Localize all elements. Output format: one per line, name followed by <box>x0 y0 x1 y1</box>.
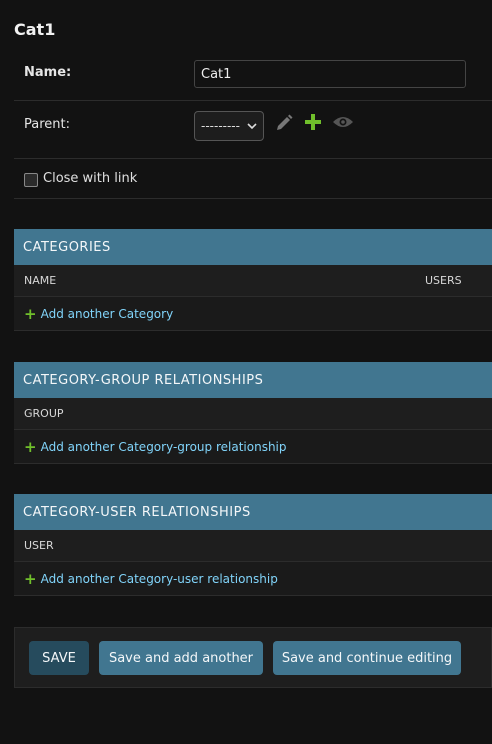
plus-icon: + <box>24 304 37 323</box>
add-category-group-row[interactable]: + Add another Category-group relationshi… <box>14 430 492 464</box>
chevron-down-icon <box>247 123 257 130</box>
column-users: USERS <box>425 274 462 287</box>
submit-row: SAVE Save and add another Save and conti… <box>14 627 492 688</box>
eye-icon[interactable] <box>332 114 354 130</box>
category-group-heading: CATEGORY-GROUP RELATIONSHIPS <box>14 362 492 398</box>
column-user: USER <box>24 539 54 552</box>
categories-heading: CATEGORIES <box>14 229 492 265</box>
save-and-continue-button[interactable]: Save and continue editing <box>273 641 461 675</box>
add-category-user-link[interactable]: Add another Category-user relationship <box>41 572 278 586</box>
category-user-columns: USER <box>14 530 492 562</box>
close-with-link-checkbox[interactable] <box>24 173 38 187</box>
categories-inline: CATEGORIES NAME USERS + Add another Cate… <box>14 229 492 331</box>
add-category-link[interactable]: Add another Category <box>41 307 174 321</box>
parent-label: Parent: <box>24 117 70 132</box>
plus-icon[interactable] <box>304 113 322 131</box>
column-group: GROUP <box>24 407 64 420</box>
parent-select[interactable]: --------- <box>194 111 264 141</box>
parent-row: Parent: --------- <box>14 100 492 159</box>
column-name: NAME <box>24 274 57 287</box>
close-with-link-label: Close with link <box>43 171 138 186</box>
name-input[interactable] <box>194 60 466 88</box>
plus-icon: + <box>24 569 37 588</box>
category-user-inline: CATEGORY-USER RELATIONSHIPS USER + Add a… <box>14 494 492 596</box>
plus-icon: + <box>24 437 37 456</box>
save-and-add-another-button[interactable]: Save and add another <box>99 641 263 675</box>
add-category-row[interactable]: + Add another Category <box>14 297 492 331</box>
add-category-group-link[interactable]: Add another Category-group relationship <box>41 440 287 454</box>
category-user-heading: CATEGORY-USER RELATIONSHIPS <box>14 494 492 530</box>
pencil-icon[interactable] <box>274 113 294 133</box>
save-button[interactable]: SAVE <box>29 641 89 675</box>
parent-select-value: --------- <box>201 119 240 133</box>
category-group-columns: GROUP <box>14 398 492 430</box>
add-category-user-row[interactable]: + Add another Category-user relationship <box>14 562 492 596</box>
category-group-inline: CATEGORY-GROUP RELATIONSHIPS GROUP + Add… <box>14 362 492 464</box>
name-label: Name: <box>24 65 72 80</box>
page-title: Cat1 <box>14 20 56 39</box>
categories-columns: NAME USERS <box>14 265 492 297</box>
close-with-link-row: Close with link <box>14 158 492 199</box>
name-row: Name: <box>14 50 492 101</box>
